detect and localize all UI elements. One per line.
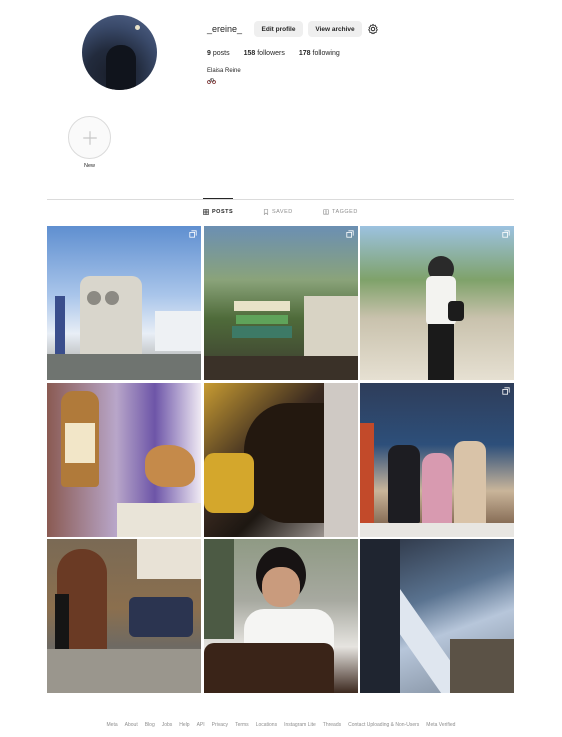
tab-posts[interactable]: POSTS (203, 209, 233, 215)
multiple-photos-icon (502, 230, 510, 238)
followers-label: followers (257, 50, 285, 57)
followers-stat[interactable]: 158 followers (244, 50, 285, 57)
followers-count: 158 (243, 50, 256, 57)
following-stat[interactable]: 178 following (299, 50, 340, 57)
edit-profile-button[interactable]: Edit profile (254, 21, 303, 37)
new-highlight-label: New (83, 163, 95, 169)
footer-link[interactable]: Terms (235, 722, 249, 728)
following-label: following (312, 50, 340, 57)
footer-link[interactable]: API (197, 722, 205, 728)
footer-link[interactable]: Threads (323, 722, 341, 728)
profile-username: _ereine_ (207, 24, 243, 34)
footer-link[interactable]: Jobs (162, 722, 173, 728)
footer-link[interactable]: Instagram Lite (284, 722, 316, 728)
plus-icon (82, 130, 97, 145)
active-tab-indicator (203, 198, 233, 199)
view-archive-button[interactable]: View archive (308, 21, 362, 37)
footer-link[interactable]: About (125, 722, 138, 728)
footer-link[interactable]: Locations (256, 722, 277, 728)
footer-link[interactable]: Meta (107, 722, 118, 728)
post-thumbnail[interactable] (203, 539, 358, 693)
tabs-divider (47, 199, 514, 200)
tab-saved[interactable]: SAVED (263, 209, 293, 215)
footer-link[interactable]: Contact Uploading & Non-Users (348, 722, 419, 728)
posts-stat: 9 posts (207, 50, 230, 57)
new-highlight-button[interactable] (68, 116, 111, 159)
posts-label: posts (212, 50, 230, 57)
profile-full-name: Elaisa Reine (207, 68, 241, 74)
footer-link[interactable]: Meta Verified (426, 722, 455, 728)
tab-tagged[interactable]: TAGGED (323, 209, 358, 215)
posts-count: 9 (207, 50, 211, 57)
post-thumbnail[interactable] (47, 382, 201, 537)
profile-avatar[interactable] (82, 15, 157, 90)
tab-tagged-label: TAGGED (332, 209, 358, 215)
footer-link[interactable]: Blog (145, 722, 155, 728)
footer-link[interactable]: Privacy (212, 722, 228, 728)
silhouette-shape (106, 45, 136, 90)
post-thumbnail[interactable] (47, 226, 201, 380)
profile-stats: 9 posts 158 followers 178 following (207, 50, 354, 57)
gear-icon[interactable] (367, 23, 379, 35)
grid-icon (203, 209, 209, 215)
multiple-photos-icon (189, 230, 197, 238)
following-count: 178 (298, 50, 311, 57)
multiple-photos-icon (502, 386, 510, 395)
post-thumbnail[interactable] (360, 539, 514, 693)
post-thumbnail[interactable] (203, 226, 358, 380)
bike-emoji-icon (207, 78, 216, 84)
multiple-photos-icon (345, 230, 354, 238)
post-thumbnail[interactable] (203, 382, 358, 537)
tag-icon (323, 209, 329, 215)
footer-link[interactable]: Help (179, 722, 189, 728)
footer-links: Meta About Blog Jobs Help API Privacy Te… (0, 722, 562, 728)
tab-posts-label: POSTS (212, 209, 234, 215)
bookmark-icon (263, 209, 269, 215)
moon-shape (135, 25, 140, 30)
tab-saved-label: SAVED (272, 209, 293, 215)
posts-grid (47, 226, 514, 693)
post-thumbnail[interactable] (360, 382, 514, 537)
post-thumbnail[interactable] (47, 539, 201, 693)
post-thumbnail[interactable] (360, 226, 514, 380)
